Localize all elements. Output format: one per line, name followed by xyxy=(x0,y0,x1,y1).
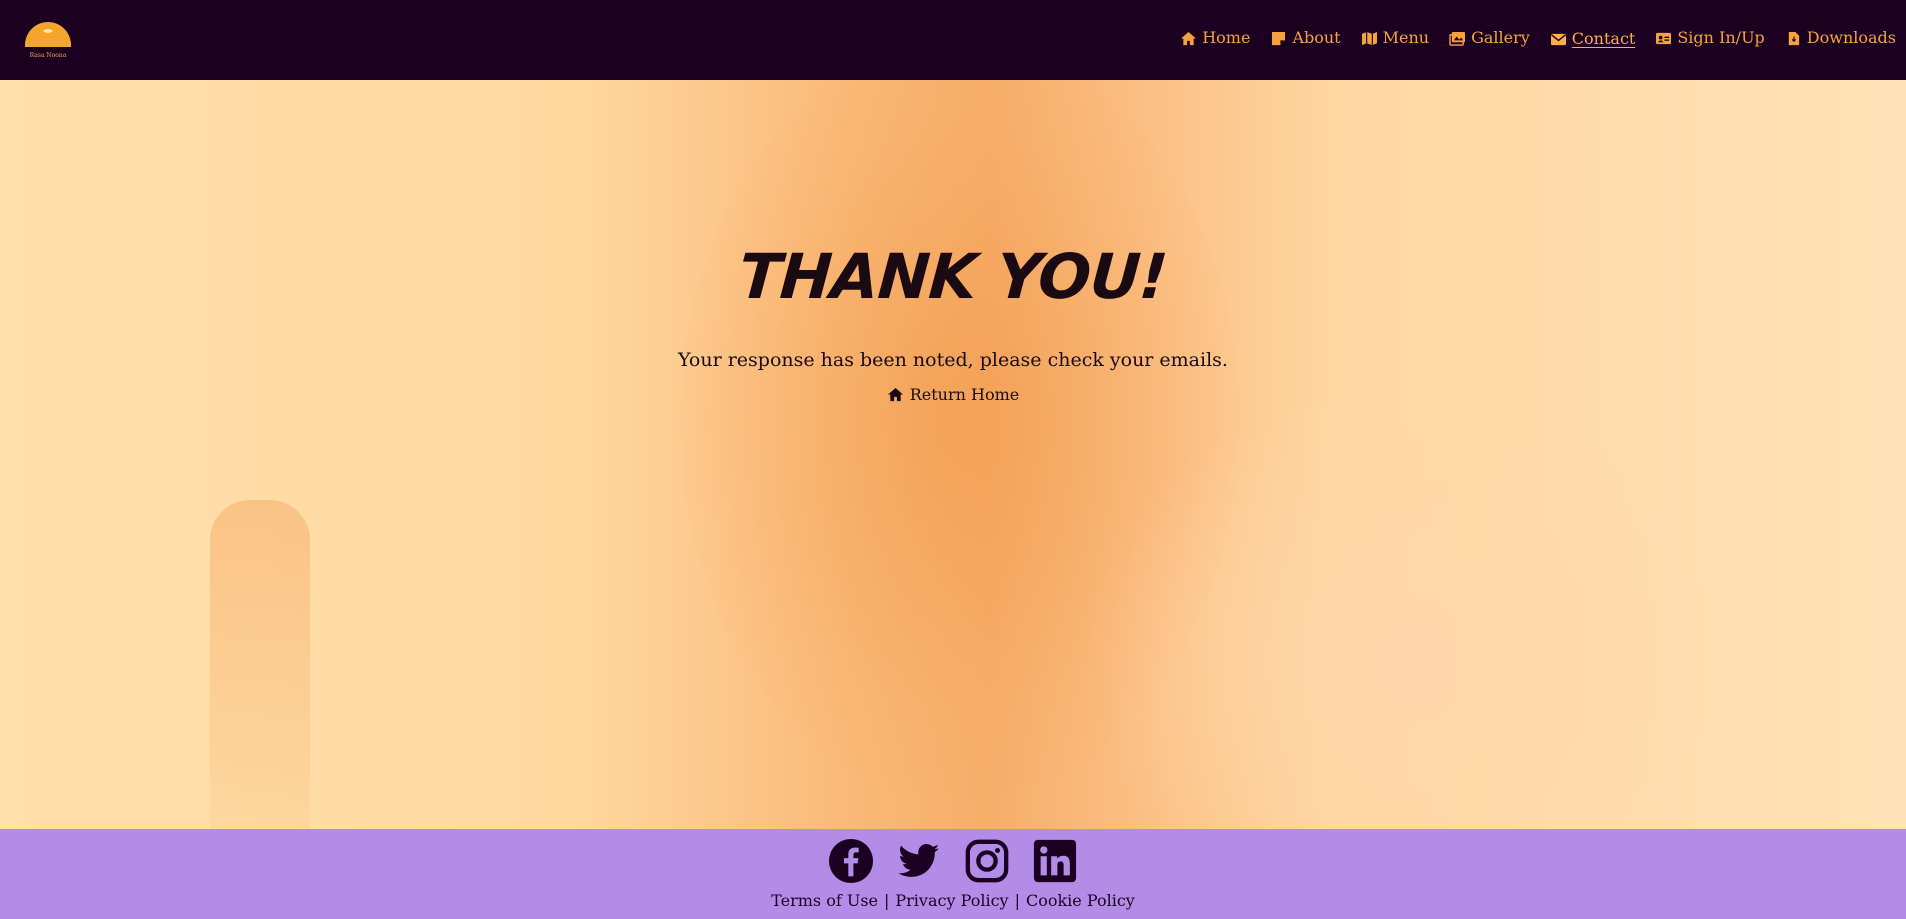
images-icon xyxy=(1449,31,1466,46)
nav-item-about[interactable]: About xyxy=(1270,28,1341,52)
logo[interactable]: Rasa Noona xyxy=(22,21,74,59)
return-home-link[interactable]: Return Home xyxy=(887,385,1020,404)
thank-you-heading: THANK YOU! xyxy=(736,240,1170,313)
privacy-policy-link[interactable]: Privacy Policy xyxy=(895,891,1008,910)
cookie-policy-link[interactable]: Cookie Policy xyxy=(1026,891,1135,910)
logo-text: Rasa Noona xyxy=(29,52,67,59)
main-nav: Home About Menu Gallery Contact Sign In/… xyxy=(1160,0,1896,80)
note-icon xyxy=(1270,31,1287,46)
legal-separator: | xyxy=(884,891,890,910)
file-icon xyxy=(1785,31,1802,46)
instagram-icon[interactable] xyxy=(964,838,1010,884)
legal-links: Terms of Use | Privacy Policy | Cookie P… xyxy=(771,891,1135,910)
nav-item-label: Contact xyxy=(1571,29,1636,48)
site-header: Rasa Noona Home About Menu Gallery Conta… xyxy=(0,0,1906,80)
nav-item-contact[interactable]: Contact xyxy=(1550,29,1636,51)
linkedin-icon[interactable] xyxy=(1032,838,1078,884)
nav-item-gallery[interactable]: Gallery xyxy=(1449,28,1530,52)
map-icon xyxy=(1361,31,1378,46)
response-message: Your response has been noted, please che… xyxy=(678,349,1228,371)
return-home-label: Return Home xyxy=(909,385,1020,404)
home-icon xyxy=(887,387,903,402)
site-footer: Terms of Use | Privacy Policy | Cookie P… xyxy=(0,829,1906,919)
id-card-icon xyxy=(1655,31,1672,46)
nav-item-label: Menu xyxy=(1382,28,1430,47)
hero-content: THANK YOU! Your response has been noted,… xyxy=(0,80,1906,829)
nav-item-label: Gallery xyxy=(1471,28,1530,47)
twitter-icon[interactable] xyxy=(896,838,942,884)
nav-item-label: About xyxy=(1292,28,1341,47)
nav-item-home[interactable]: Home xyxy=(1180,28,1250,52)
terms-of-use-link[interactable]: Terms of Use xyxy=(771,891,878,910)
nav-item-label: Home xyxy=(1202,28,1251,47)
envelope-icon xyxy=(1550,32,1567,47)
legal-separator: | xyxy=(1014,891,1020,910)
nav-item-signin[interactable]: Sign In/Up xyxy=(1655,28,1765,52)
facebook-icon[interactable] xyxy=(828,838,874,884)
home-icon xyxy=(1180,31,1197,46)
hero-section: THANK YOU! Your response has been noted,… xyxy=(0,80,1906,829)
nav-item-downloads[interactable]: Downloads xyxy=(1785,28,1896,52)
nav-item-label: Sign In/Up xyxy=(1677,28,1765,47)
social-links xyxy=(828,838,1078,884)
nav-item-menu[interactable]: Menu xyxy=(1361,28,1429,52)
logo-sun-icon xyxy=(25,22,71,47)
nav-item-label: Downloads xyxy=(1806,28,1896,47)
